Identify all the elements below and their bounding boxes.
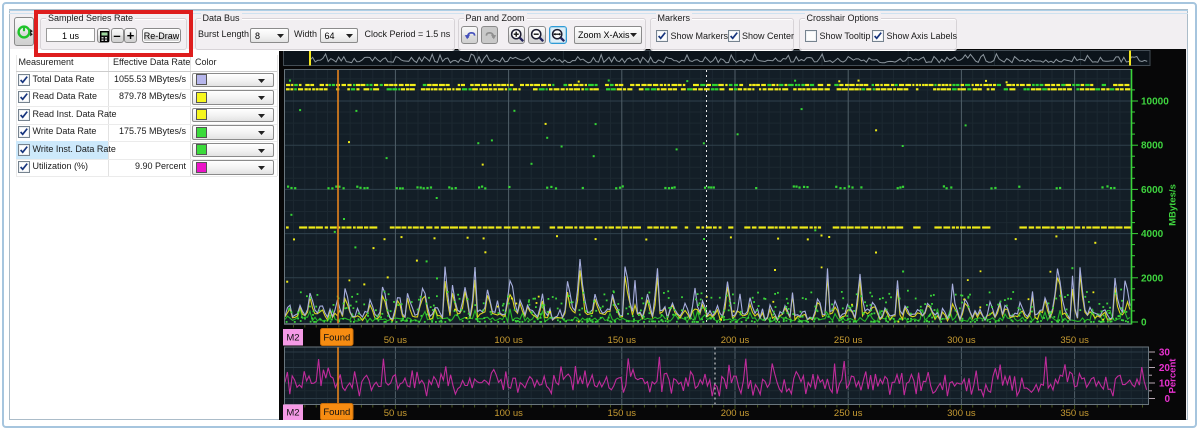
svg-text:6000: 6000 bbox=[1141, 185, 1164, 196]
svg-text:0: 0 bbox=[1164, 394, 1170, 405]
svg-text:M2: M2 bbox=[286, 333, 299, 344]
svg-text:350 us: 350 us bbox=[1060, 408, 1089, 419]
svg-text:300 us: 300 us bbox=[947, 335, 976, 346]
svg-text:2000: 2000 bbox=[1141, 273, 1164, 284]
svg-text:Percent: Percent bbox=[1168, 358, 1179, 394]
svg-text:30: 30 bbox=[1159, 348, 1171, 359]
svg-text:100 us: 100 us bbox=[494, 335, 523, 346]
svg-text:10000: 10000 bbox=[1141, 97, 1169, 108]
svg-text:Found: Found bbox=[323, 333, 350, 344]
svg-text:350 us: 350 us bbox=[1060, 335, 1089, 346]
svg-text:100 us: 100 us bbox=[494, 408, 523, 419]
svg-text:4000: 4000 bbox=[1141, 229, 1164, 240]
svg-text:8000: 8000 bbox=[1141, 141, 1164, 152]
svg-text:150 us: 150 us bbox=[608, 408, 637, 419]
svg-text:0: 0 bbox=[1141, 318, 1147, 329]
svg-text:250 us: 250 us bbox=[834, 335, 863, 346]
svg-text:250 us: 250 us bbox=[834, 408, 863, 419]
svg-text:200 us: 200 us bbox=[721, 408, 750, 419]
svg-text:50 us: 50 us bbox=[384, 408, 407, 419]
svg-text:MBytes/s: MBytes/s bbox=[1168, 184, 1179, 226]
svg-text:200 us: 200 us bbox=[721, 335, 750, 346]
svg-text:300 us: 300 us bbox=[947, 408, 976, 419]
svg-text:150 us: 150 us bbox=[608, 335, 637, 346]
svg-text:M2: M2 bbox=[286, 408, 299, 419]
svg-text:Found: Found bbox=[323, 407, 350, 418]
svg-text:50 us: 50 us bbox=[384, 335, 407, 346]
